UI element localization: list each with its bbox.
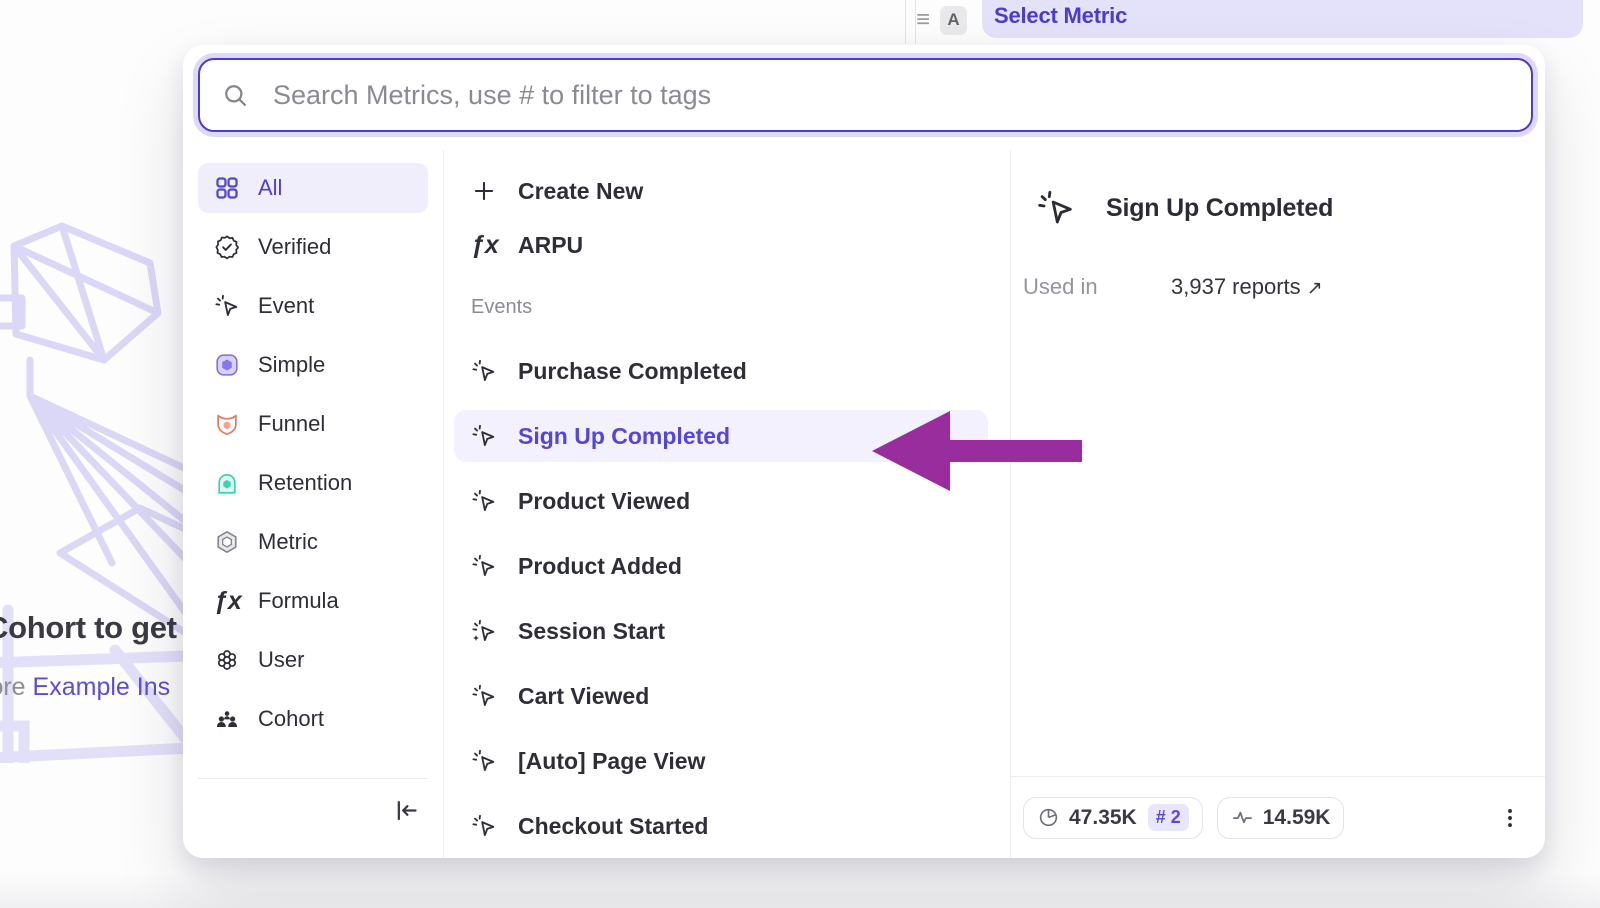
- sidebar-item-label: Formula: [258, 588, 339, 614]
- list-item-auto-page-view[interactable]: [Auto] Page View: [454, 735, 988, 787]
- sidebar-item-event[interactable]: Event: [198, 281, 428, 331]
- list-item-label: Product Viewed: [518, 488, 690, 515]
- sidebar-item-retention[interactable]: Retention: [198, 458, 428, 508]
- event-cursor-icon: [471, 358, 497, 384]
- list-item-label: [Auto] Page View: [518, 748, 705, 775]
- event-cursor-icon: [471, 813, 497, 839]
- series-a-badge: A: [940, 6, 967, 35]
- sidebar-item-user[interactable]: User: [198, 635, 428, 685]
- link-prefix-text: plore: [0, 673, 33, 701]
- total-count-stat[interactable]: 47.35K # 2: [1023, 797, 1203, 839]
- verified-badge-icon: [214, 234, 240, 260]
- metric-row-toolbar: ≡ A: [916, 0, 989, 40]
- category-sidebar: All Verified Event Simple Funnel Retenti…: [183, 150, 443, 858]
- plus-icon: [471, 178, 497, 204]
- funnel-icon: [214, 411, 240, 437]
- user-cluster-icon: [214, 647, 240, 673]
- sidebar-item-metric[interactable]: Metric: [198, 517, 428, 567]
- grid-icon: [214, 175, 240, 201]
- used-in-reports-link[interactable]: 3,937 reports↗: [1171, 274, 1323, 300]
- event-cursor-icon: [214, 293, 240, 319]
- metric-hexagon-icon: [214, 529, 240, 555]
- activity-stat[interactable]: 14.59K: [1217, 797, 1345, 839]
- event-cursor-icon: [471, 553, 497, 579]
- sidebar-item-label: Retention: [258, 470, 352, 496]
- metrics-list: Create New ƒx ARPU Events Purchase Compl…: [444, 150, 1010, 858]
- example-insights-link[interactable]: Example Ins: [33, 673, 171, 701]
- background-subtext: plore Example Ins: [0, 673, 170, 702]
- list-item-label: Purchase Completed: [518, 358, 747, 385]
- list-item-arpu[interactable]: ƒx ARPU: [454, 218, 988, 272]
- background-heading: Cohort to get s: [0, 610, 202, 646]
- list-item-cart-viewed[interactable]: Cart Viewed: [454, 670, 988, 722]
- annotation-arrow: [870, 410, 1082, 492]
- list-item-product-added[interactable]: Product Added: [454, 540, 988, 592]
- events-section-header: Events: [471, 296, 1010, 319]
- event-cursor-icon: [471, 488, 497, 514]
- cohort-people-icon: [214, 706, 240, 732]
- event-cursor-icon: [471, 423, 497, 449]
- external-link-icon: ↗: [1307, 278, 1323, 299]
- sidebar-item-all[interactable]: All: [198, 163, 428, 213]
- sidebar-item-label: Funnel: [258, 411, 325, 437]
- drag-handle-icon[interactable]: ≡: [916, 8, 930, 32]
- list-item-label: Session Start: [518, 618, 665, 645]
- retention-icon: [214, 470, 240, 496]
- list-item-label: Cart Viewed: [518, 683, 649, 710]
- create-new-label: Create New: [518, 178, 643, 205]
- sidebar-item-simple[interactable]: Simple: [198, 340, 428, 390]
- rank-badge: # 2: [1148, 804, 1189, 831]
- sidebar-item-label: Verified: [258, 234, 331, 260]
- used-in-row: Used in 3,937 reports↗: [1023, 274, 1545, 300]
- event-cursor-icon: [471, 683, 497, 709]
- more-options-button[interactable]: [1497, 805, 1523, 831]
- list-item-session-start[interactable]: Session Start: [454, 605, 988, 657]
- list-item-label: Product Added: [518, 553, 682, 580]
- collapse-sidebar-icon[interactable]: [393, 797, 420, 824]
- formula-fx-icon: ƒx: [214, 589, 240, 614]
- detail-header: Sign Up Completed: [1036, 188, 1545, 228]
- formula-fx-icon: ƒx: [471, 233, 497, 258]
- metric-picker-dialog: All Verified Event Simple Funnel Retenti…: [183, 45, 1545, 858]
- detail-title: Sign Up Completed: [1106, 194, 1333, 223]
- sidebar-item-funnel[interactable]: Funnel: [198, 399, 428, 449]
- event-cursor-star-icon: [471, 618, 497, 644]
- pie-chart-icon: [1037, 806, 1060, 829]
- search-input[interactable]: [273, 80, 1509, 111]
- sidebar-item-cohort[interactable]: Cohort: [198, 694, 428, 744]
- search-icon: [222, 82, 249, 109]
- stat-value: 47.35K: [1069, 806, 1137, 830]
- sidebar-item-label: Simple: [258, 352, 325, 378]
- list-item-label: Checkout Started: [518, 813, 708, 840]
- sidebar-item-label: Cohort: [258, 706, 324, 732]
- used-in-label: Used in: [1023, 274, 1171, 300]
- event-cursor-icon: [471, 748, 497, 774]
- list-item-checkout-started[interactable]: Checkout Started: [454, 800, 988, 852]
- simple-icon: [214, 352, 240, 378]
- search-bar[interactable]: [198, 58, 1533, 132]
- activity-icon: [1231, 806, 1254, 829]
- sidebar-item-label: Metric: [258, 529, 318, 555]
- detail-footer: 47.35K # 2 14.59K: [1011, 776, 1545, 858]
- list-item-label: Sign Up Completed: [518, 423, 730, 450]
- select-metric-label[interactable]: Select Metric: [994, 3, 1127, 29]
- metric-detail-panel: Sign Up Completed Used in 3,937 reports↗…: [1011, 150, 1545, 858]
- panel-divider: [905, 0, 906, 44]
- create-new-button[interactable]: Create New: [454, 164, 988, 218]
- sidebar-item-verified[interactable]: Verified: [198, 222, 428, 272]
- kebab-menu-icon: [1497, 805, 1523, 831]
- sidebar-item-label: All: [258, 175, 282, 201]
- sidebar-footer: [198, 778, 428, 858]
- list-item-label: ARPU: [518, 232, 583, 259]
- list-item-purchase-completed[interactable]: Purchase Completed: [454, 345, 988, 397]
- sidebar-item-formula[interactable]: ƒx Formula: [198, 576, 428, 626]
- sidebar-item-label: Event: [258, 293, 314, 319]
- event-cursor-icon: [1036, 188, 1076, 228]
- stat-value: 14.59K: [1263, 806, 1331, 830]
- sidebar-item-label: User: [258, 647, 304, 673]
